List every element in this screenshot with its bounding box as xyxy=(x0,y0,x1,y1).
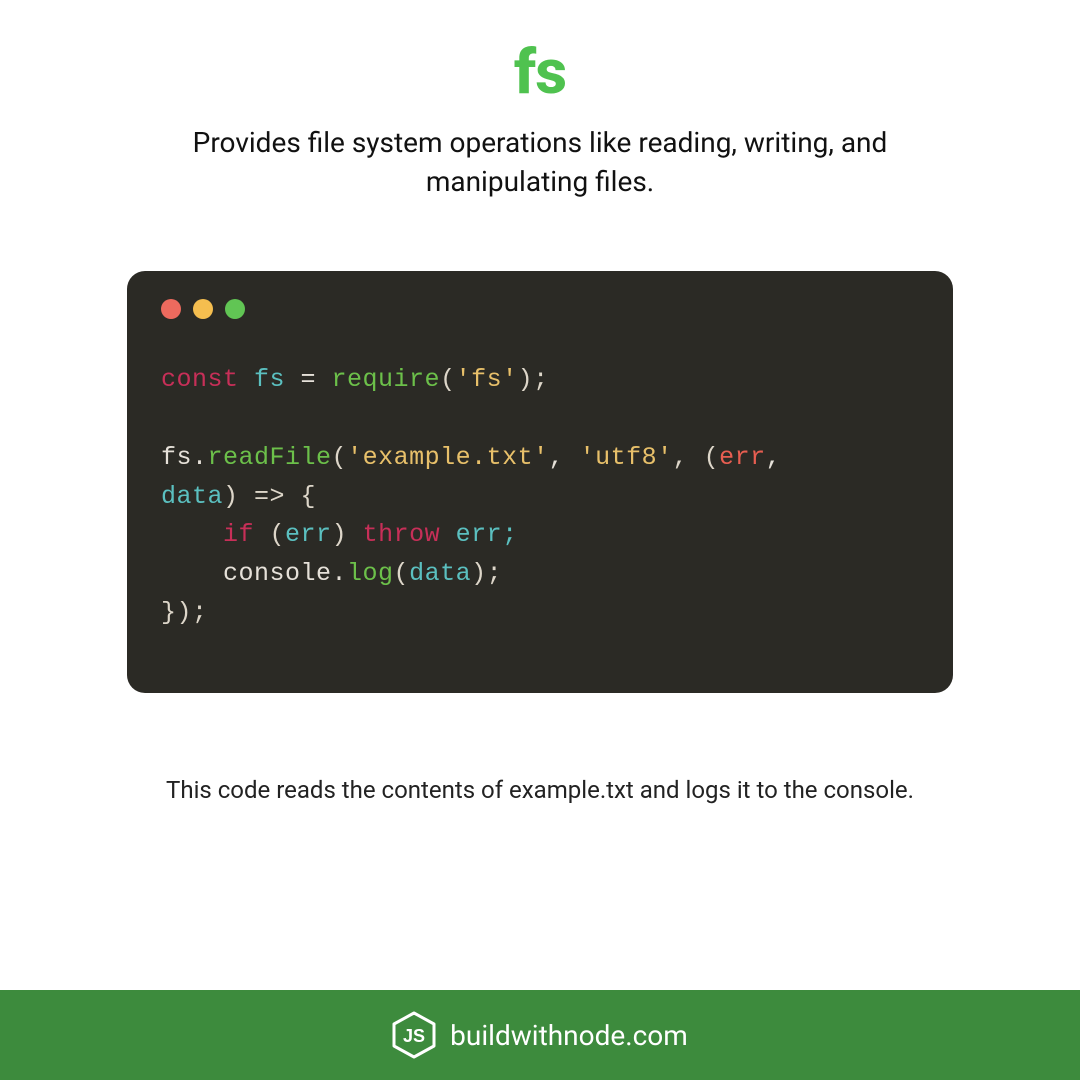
code-caption: This code reads the contents of example.… xyxy=(166,773,914,808)
zoom-icon xyxy=(225,299,245,319)
main-content: fs Provides file system operations like … xyxy=(0,0,1080,990)
footer: JS buildwithnode.com xyxy=(0,990,1080,1080)
close-icon xyxy=(161,299,181,319)
page-title: fs xyxy=(514,36,566,109)
page-subtitle: Provides file system operations like rea… xyxy=(130,123,950,201)
minimize-icon xyxy=(193,299,213,319)
nodejs-logo-icon: JS xyxy=(392,1011,436,1059)
footer-site: buildwithnode.com xyxy=(450,1019,688,1052)
code-card: const fs = require('fs'); fs.readFile('e… xyxy=(127,271,953,692)
svg-text:JS: JS xyxy=(403,1026,425,1046)
code-block: const fs = require('fs'); fs.readFile('e… xyxy=(161,361,919,632)
window-controls xyxy=(161,299,919,319)
